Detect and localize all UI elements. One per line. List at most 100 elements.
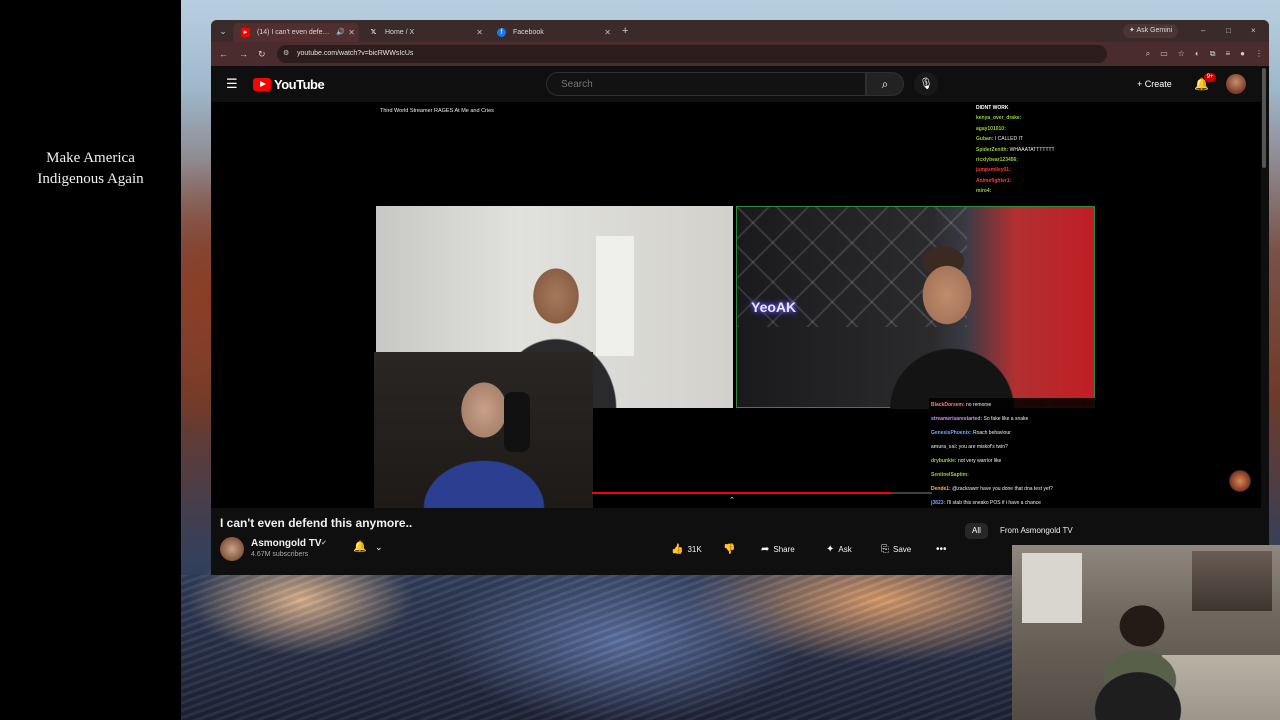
- right-guest-camera: YeoAK: [736, 206, 1095, 409]
- save-button[interactable]: ⎘ Save: [881, 541, 911, 559]
- profile-icon[interactable]: ●: [1240, 47, 1245, 61]
- neon-sign: YeoAK: [751, 299, 797, 315]
- account-avatar[interactable]: [1226, 74, 1246, 94]
- video-progress-bar[interactable]: [592, 492, 932, 494]
- close-tab-icon[interactable]: ✕: [476, 23, 483, 42]
- chat-message: Guban: I CALLED IT: [976, 136, 1023, 143]
- puzzle-icon[interactable]: ⧉: [1210, 47, 1216, 61]
- browser-window: ⌄ ▸ (14) I can't even defend thi 🔊 ✕ 𝕏 H…: [211, 20, 1269, 575]
- microphone-icon: 🎙: [919, 78, 933, 90]
- cast-icon[interactable]: ▭: [1160, 47, 1168, 61]
- search-box: [546, 72, 866, 96]
- ask-button[interactable]: ✦ Ask: [826, 541, 852, 559]
- forward-arrow-icon[interactable]: →: [239, 47, 248, 61]
- share-button[interactable]: ➦ Share: [761, 541, 795, 559]
- close-window-button[interactable]: ×: [1251, 24, 1256, 38]
- tab-search-icon[interactable]: ⌄: [216, 24, 230, 38]
- tab-bar: ⌄ ▸ (14) I can't even defend thi 🔊 ✕ 𝕏 H…: [211, 20, 1269, 42]
- stream-title: Third World Streamer RAGES At Me and Cri…: [380, 108, 494, 114]
- close-tab-icon[interactable]: ✕: [348, 23, 355, 42]
- stream-chat-bottom: BlackDorsem: no remorse streamerisaresta…: [929, 398, 1096, 508]
- ask-gemini-label: Ask Gemini: [1136, 27, 1173, 34]
- extension-icon[interactable]: ◐: [1195, 47, 1200, 61]
- zoom-icon[interactable]: ⌕: [1146, 47, 1150, 61]
- youtube-header: ☰ YouTube ⌕ 🎙 + Create 🔔 9+: [211, 66, 1269, 102]
- more-actions-button[interactable]: •••: [936, 541, 951, 559]
- media-icon[interactable]: ≡: [1225, 47, 1230, 61]
- page-scrollbar[interactable]: [1262, 68, 1266, 168]
- minimize-button[interactable]: –: [1201, 24, 1205, 38]
- chat-message: drybunkie: not very warrior like: [931, 458, 1002, 464]
- search-button[interactable]: ⌕: [866, 72, 904, 96]
- chat-message: kenya_over_drake:: [976, 115, 1022, 122]
- toolbar-icons: ⌕ ▭ ☆ ◐ ⧉ ≡ ● ⋮: [1146, 47, 1263, 61]
- streamer-person: [414, 362, 554, 508]
- omnibox[interactable]: ⚙ youtube.com/watch?v=bicRWWsIcUs: [277, 45, 1107, 63]
- voice-search-button[interactable]: 🎙: [914, 72, 938, 96]
- verified-badge-icon: ✔: [321, 540, 327, 547]
- tab-label: (14) I can't even defend thi: [257, 29, 331, 36]
- chat-message: SpiderZenith: WHAAATATTTTTTT: [976, 146, 1055, 153]
- chat-message: j3823: I'll stab this sneako POS if i ha…: [931, 500, 1041, 506]
- chip-from-channel[interactable]: From Asmongold TV: [993, 523, 1080, 539]
- youtube-icon: ▸: [241, 28, 250, 37]
- close-tab-icon[interactable]: ✕: [604, 23, 611, 42]
- chat-message: agay101010:: [976, 125, 1006, 132]
- new-tab-button[interactable]: +: [622, 23, 628, 39]
- menu-dots-icon[interactable]: ⋮: [1255, 47, 1263, 61]
- like-button[interactable]: 👍 31K: [671, 541, 702, 559]
- search-icon: ⌕: [881, 77, 889, 91]
- back-arrow-icon[interactable]: ←: [219, 47, 228, 61]
- chat-message: GenesisPhoenix: Roach behaviour: [931, 430, 1011, 436]
- facebook-icon: f: [497, 28, 506, 37]
- maximize-button[interactable]: □: [1226, 24, 1231, 38]
- chevron-down-icon[interactable]: ⌄: [375, 542, 383, 553]
- create-button[interactable]: + Create: [1129, 73, 1180, 95]
- tab-facebook[interactable]: f Facebook ✕: [489, 23, 615, 42]
- site-info-icon[interactable]: ⚙: [283, 45, 289, 63]
- room-shelf: [1192, 551, 1272, 611]
- chat-message: ricxlybear123456:: [976, 157, 1018, 164]
- channel-name[interactable]: Asmongold TV: [251, 538, 322, 549]
- dislike-button[interactable]: 👎: [723, 541, 739, 559]
- share-icon: ➦: [761, 544, 770, 555]
- save-label: Save: [893, 545, 912, 554]
- chat-message: DIDNT WORK: [976, 105, 1009, 111]
- slogan-line-2: Indigenous Again: [37, 171, 144, 187]
- ask-gemini-button[interactable]: ✦ Ask Gemini: [1123, 24, 1179, 38]
- sparkle-icon: ✦: [826, 544, 835, 555]
- notification-badge: 9+: [1204, 73, 1216, 82]
- subscription-bell-icon[interactable]: 🔔: [353, 540, 367, 553]
- chat-message: miro4:: [976, 188, 992, 195]
- tab-youtube[interactable]: ▸ (14) I can't even defend thi 🔊 ✕: [233, 23, 359, 42]
- bookmark-star-icon[interactable]: ☆: [1178, 47, 1185, 61]
- more-dots-icon: •••: [936, 544, 947, 555]
- address-bar: ← → ↻ ⚙ youtube.com/watch?v=bicRWWsIcUs …: [211, 42, 1269, 66]
- url-text[interactable]: youtube.com/watch?v=bicRWWsIcUs: [297, 45, 413, 63]
- chat-message: Dende1: @zackrawrr have you done that dn…: [931, 486, 1053, 492]
- channel-avatar[interactable]: [220, 537, 244, 561]
- slogan-line-1: Make America: [46, 150, 135, 166]
- bookmark-icon: ⎘: [881, 544, 889, 555]
- chat-message: BlackDorsem: no remorse: [931, 402, 992, 408]
- room-window: [1022, 553, 1082, 623]
- search-input[interactable]: [547, 73, 865, 95]
- chat-message: jumpsmiley01:: [976, 167, 1011, 174]
- speaker-icon[interactable]: 🔊: [336, 23, 345, 42]
- tab-x-home[interactable]: 𝕏 Home / X ✕: [361, 23, 487, 42]
- youtube-play-icon: [253, 77, 271, 91]
- thumbs-down-icon: 👎: [723, 544, 736, 555]
- reload-icon[interactable]: ↻: [258, 47, 266, 61]
- video-title: I can't even defend this anymore..: [220, 516, 413, 530]
- hamburger-menu-icon[interactable]: ☰: [226, 77, 238, 91]
- chevron-up-icon[interactable]: ⌃: [729, 496, 735, 504]
- youtube-wordmark: YouTube: [274, 76, 325, 92]
- ask-label: Ask: [838, 545, 852, 554]
- channel-watermark-icon[interactable]: [1229, 470, 1251, 492]
- chip-all[interactable]: All: [965, 523, 988, 539]
- microphone-arm: [504, 392, 530, 452]
- viewer-webcam-overlay: [1012, 545, 1280, 720]
- left-overlay-panel: Make America Indigenous Again: [0, 0, 181, 720]
- video-player[interactable]: Third World Streamer RAGES At Me and Cri…: [374, 102, 1096, 508]
- youtube-logo[interactable]: YouTube: [253, 76, 325, 92]
